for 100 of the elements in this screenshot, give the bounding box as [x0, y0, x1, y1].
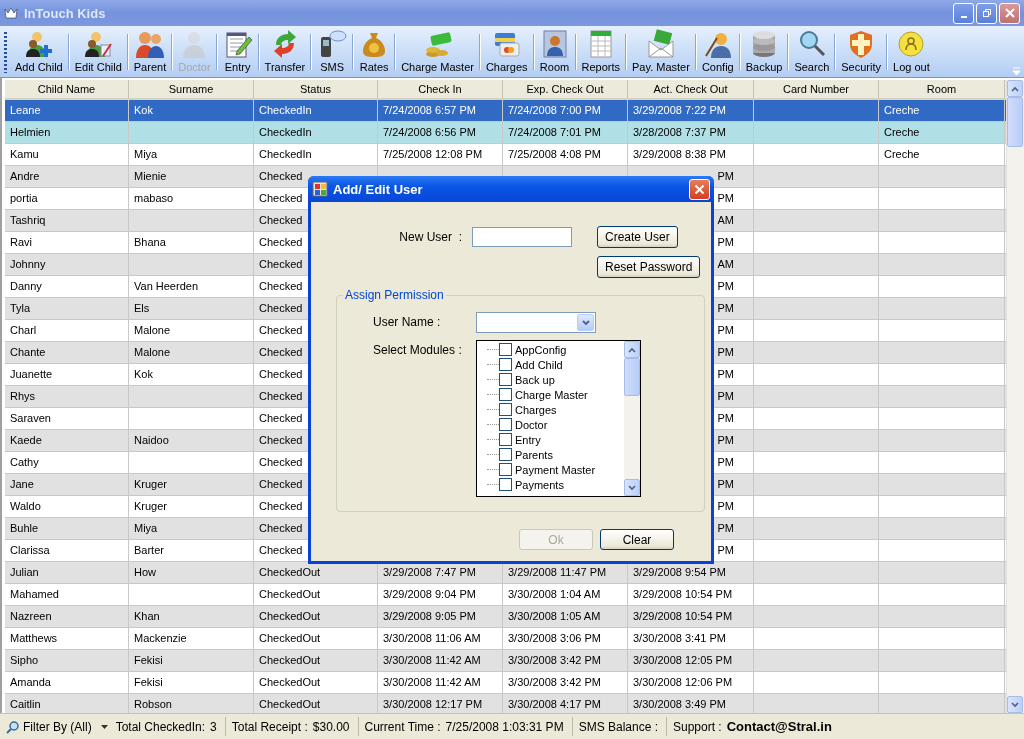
table-cell: Charl [5, 320, 129, 341]
status-label: Total CheckedIn: [115, 719, 206, 734]
table-cell: Malone [129, 320, 254, 341]
table-cell: 3/30/2008 11:42 AM [378, 672, 503, 693]
table-cell: 7/25/2008 4:08 PM [503, 144, 628, 165]
table-cell: Juanette [5, 364, 129, 385]
table-cell: Van Heerden [129, 276, 254, 297]
table-cell: CheckedIn [254, 144, 378, 165]
table-cell: 3/30/2008 1:05 AM [503, 606, 628, 627]
table-cell: CheckedOut [254, 584, 378, 605]
table-cell: Mackenzie [129, 628, 254, 649]
table-cell: CheckedOut [254, 672, 378, 693]
module-label: Back up [515, 373, 555, 386]
table-cell: 3/29/2008 8:38 PM [628, 144, 754, 165]
table-cell: CheckedOut [254, 606, 378, 627]
table-cell: Miya [129, 518, 254, 539]
table-cell: 3/30/2008 3:06 PM [503, 628, 628, 649]
table-cell: Chante [5, 342, 129, 363]
window-title: InTouch Kids [24, 5, 107, 21]
module-label: Payments [515, 478, 564, 491]
table-cell: 3/30/2008 3:42 PM [503, 650, 628, 671]
module-label: Payment Master [515, 463, 596, 476]
status-value: 3 [210, 719, 217, 734]
table-cell: Saraven [5, 408, 129, 429]
table-cell: Fekisi [129, 650, 254, 671]
module-label: Entry [515, 433, 541, 446]
table-cell: Els [129, 298, 254, 319]
table-cell: Creche [879, 122, 1005, 143]
table-cell: Cathy [5, 452, 129, 473]
table-cell: 7/24/2008 7:00 PM [503, 100, 628, 121]
table-cell: Jane [5, 474, 129, 495]
module-label: Doctor [515, 418, 548, 431]
status-label: Current Time : [364, 719, 441, 734]
table-cell: Kok [129, 364, 254, 385]
table-cell: Leane [5, 100, 129, 121]
table-cell: mabaso [129, 188, 254, 209]
table-cell: Julian [5, 562, 129, 583]
group-title: Assign Permission [343, 288, 446, 302]
table-cell: Fekisi [129, 672, 254, 693]
table-cell: Danny [5, 276, 129, 297]
table-cell: CheckedIn [254, 122, 378, 143]
status-value: Contact@Stral.in [726, 719, 832, 734]
table-cell: CheckedOut [254, 650, 378, 671]
table-cell: Johnny [5, 254, 129, 275]
table-cell: Mienie [129, 166, 254, 187]
table-cell: Kok [129, 100, 254, 121]
table-cell: 7/24/2008 6:57 PM [378, 100, 503, 121]
module-label: Charge Master [515, 388, 588, 401]
table-cell: 7/24/2008 6:56 PM [378, 122, 503, 143]
table-cell: Ravi [5, 232, 129, 253]
table-cell: portia [5, 188, 129, 209]
module-label: AppConfig [515, 343, 567, 356]
status-label: Total Receipt : [231, 719, 308, 734]
table-cell: 3/30/2008 1:04 AM [503, 584, 628, 605]
table-cell: 3/30/2008 3:42 PM [503, 672, 628, 693]
table-cell: CheckedIn [254, 100, 378, 121]
table-cell: 7/24/2008 7:01 PM [503, 122, 628, 143]
table-cell: Waldo [5, 496, 129, 517]
table-cell: Kaede [5, 430, 129, 451]
table-cell: Bhana [129, 232, 254, 253]
table-cell: Creche [879, 100, 1005, 121]
status-label: Support : [673, 719, 722, 734]
table-cell: 3/30/2008 3:41 PM [628, 628, 754, 649]
table-cell: Kruger [129, 496, 254, 517]
table-cell: Naidoo [129, 430, 254, 451]
table-cell: Andre [5, 166, 129, 187]
table-cell: Buhle [5, 518, 129, 539]
table-cell: Kamu [5, 144, 129, 165]
table-cell: CheckedOut [254, 628, 378, 649]
table-cell: Tashriq [5, 210, 129, 231]
table-cell: 3/30/2008 11:42 AM [378, 650, 503, 671]
table-cell: Mahamed [5, 584, 129, 605]
table-cell: 3/29/2008 10:54 PM [628, 584, 754, 605]
table-cell: 3/29/2008 9:05 PM [378, 606, 503, 627]
table-cell: 3/28/2008 7:37 PM [628, 122, 754, 143]
table-cell: How [129, 562, 254, 583]
field-label: New User : [398, 230, 463, 244]
table-cell: Barter [129, 540, 254, 561]
table-cell: Nazreen [5, 606, 129, 627]
table-cell: Malone [129, 342, 254, 363]
status-value: 7/25/2008 1:03:31 PM [445, 719, 564, 734]
table-cell: 3/30/2008 12:05 PM [628, 650, 754, 671]
table-cell: Tyla [5, 298, 129, 319]
table-cell: Matthews [5, 628, 129, 649]
table-cell: 3/30/2008 11:06 AM [378, 628, 503, 649]
table-cell: Creche [879, 144, 1005, 165]
table-cell: 3/30/2008 12:06 PM [628, 672, 754, 693]
table-cell: 3/29/2008 7:22 PM [628, 100, 754, 121]
table-cell: 3/29/2008 9:04 PM [378, 584, 503, 605]
table-cell: 3/29/2008 10:54 PM [628, 606, 754, 627]
table-cell: Rhys [5, 386, 129, 407]
table-cell: Khan [129, 606, 254, 627]
status-label: SMS Balance : [578, 719, 658, 734]
table-cell: 7/25/2008 12:08 PM [378, 144, 503, 165]
table-cell: Miya [129, 144, 254, 165]
table-cell: Sipho [5, 650, 129, 671]
table-cell: Helmien [5, 122, 129, 143]
table-cell: Kruger [129, 474, 254, 495]
status-value: $30.00 [312, 719, 350, 734]
table-cell: Clarissa [5, 540, 129, 561]
